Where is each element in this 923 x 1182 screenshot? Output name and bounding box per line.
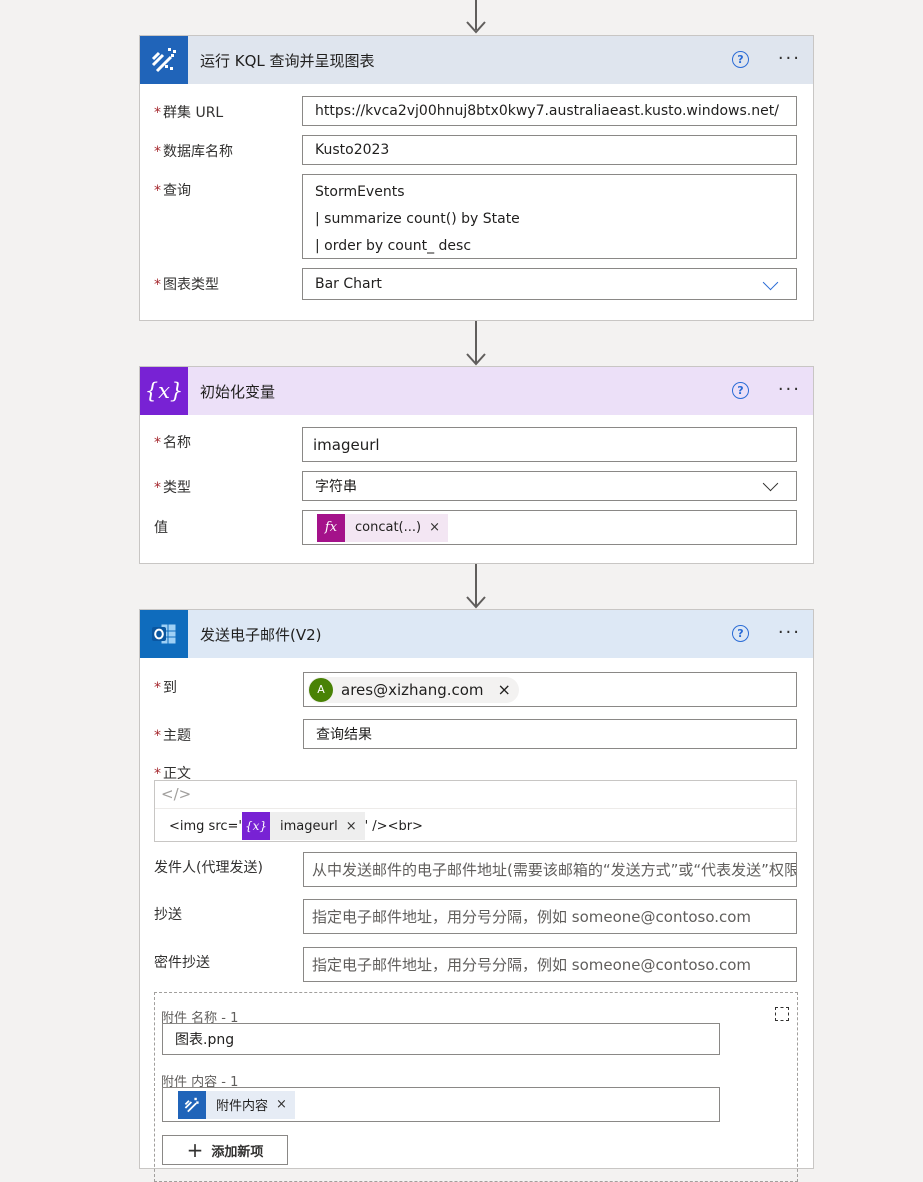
help-icon[interactable]: ?: [732, 51, 749, 68]
kql-action-card: 运行 KQL 查询并呈现图表 ? ··· * 群集 URL https://kvc…: [139, 35, 814, 321]
bcc-label: 密件抄送: [154, 955, 210, 971]
body-editor[interactable]: </> <img src=' {x} imageurl × ' /><br>: [154, 780, 797, 842]
help-icon[interactable]: ?: [732, 625, 749, 642]
remove-recipient-icon[interactable]: ×: [498, 680, 511, 699]
query-line: | order by count_ desc: [315, 238, 472, 254]
concat-expression-token[interactable]: fx concat(...) ×: [317, 513, 448, 542]
subject-label: * 主题: [154, 728, 191, 744]
connector-arrow-top: [463, 0, 489, 34]
variable-type-label: * 类型: [154, 480, 191, 496]
add-new-item-label: 添加新项: [211, 1144, 264, 1160]
kusto-icon: [140, 36, 188, 84]
attachment-content-field[interactable]: 附件内容 ×: [162, 1087, 720, 1122]
query-line: | summarize count() by State: [315, 211, 520, 227]
cc-field[interactable]: 指定电子邮件地址，用分号分隔，例如 someone@contoso.com: [303, 899, 797, 934]
recipient-email: ares@xizhang.com: [341, 680, 484, 699]
var-card-title: 初始化变量: [200, 382, 276, 401]
delete-attachment-icon[interactable]: [775, 1007, 789, 1021]
from-label: 发件人(代理发送): [154, 860, 263, 876]
help-icon[interactable]: ?: [732, 382, 749, 399]
query-field[interactable]: StormEvents | summarize count() by State…: [302, 174, 797, 259]
variable-name-label: * 名称: [154, 435, 191, 451]
variable-icon: {x}: [242, 812, 270, 840]
query-label: * 查询: [154, 183, 191, 199]
variable-type-value: 字符串: [315, 479, 357, 495]
database-name-label: * 数据库名称: [154, 144, 233, 160]
subject-field[interactable]: 查询结果: [303, 719, 797, 749]
token-label: 附件内容: [216, 1099, 269, 1114]
chevron-down-icon: [762, 475, 779, 492]
email-card-title: 发送电子邮件(V2): [200, 625, 322, 644]
plus-icon: +: [186, 1138, 204, 1162]
variable-value-field[interactable]: fx concat(...) ×: [302, 510, 797, 545]
kql-card-header[interactable]: 运行 KQL 查询并呈现图表 ? ···: [140, 36, 813, 84]
more-options-icon[interactable]: ···: [778, 379, 801, 400]
chevron-down-icon: [762, 274, 779, 291]
connector-arrow-2: [463, 564, 489, 610]
chart-type-value: Bar Chart: [315, 276, 382, 292]
query-line: StormEvents: [315, 184, 405, 200]
variable-value-label: 值: [154, 520, 168, 536]
attachment-name-field[interactable]: 图表.png: [162, 1023, 720, 1055]
email-card-header[interactable]: 发送电子邮件(V2) ? ···: [140, 610, 813, 658]
more-options-icon[interactable]: ···: [778, 622, 801, 643]
attachments-group: 附件 名称 - 1 图表.png 附件 内容 - 1 附件内容 × + 添加新项: [154, 992, 798, 1182]
connector-arrow-1: [463, 321, 489, 367]
more-options-icon[interactable]: ···: [778, 48, 801, 69]
body-html-suffix: ' /><br>: [364, 818, 423, 834]
code-view-icon[interactable]: </>: [161, 785, 191, 803]
body-toolbar: </>: [155, 781, 796, 809]
variable-icon: {x}: [140, 367, 188, 415]
cluster-url-field[interactable]: https://kvca2vj00hnuj8btx0kwy7.australia…: [302, 96, 797, 126]
remove-token-icon[interactable]: ×: [276, 1097, 287, 1112]
remove-token-icon[interactable]: ×: [429, 520, 440, 535]
cc-label: 抄送: [154, 907, 182, 923]
kql-card-title: 运行 KQL 查询并呈现图表: [200, 51, 375, 70]
avatar: A: [309, 677, 333, 702]
chart-type-label: * 图表类型: [154, 277, 219, 293]
send-email-card: 发送电子邮件(V2) ? ··· * 到 A ares@xizhang.com ×…: [139, 609, 814, 1182]
var-card-header[interactable]: {x} 初始化变量 ? ···: [140, 367, 813, 415]
token-label: imageurl: [280, 818, 338, 834]
cluster-url-label: * 群集 URL: [154, 105, 224, 121]
bcc-field[interactable]: 指定电子邮件地址，用分号分隔，例如 someone@contoso.com: [303, 947, 797, 982]
token-label: concat(...): [355, 520, 422, 535]
database-name-field[interactable]: Kusto2023: [302, 135, 797, 165]
add-new-item-button[interactable]: + 添加新项: [162, 1135, 288, 1165]
kusto-icon: [178, 1090, 206, 1119]
chart-type-dropdown[interactable]: Bar Chart: [302, 268, 797, 300]
imageurl-variable-token[interactable]: {x} imageurl ×: [242, 812, 365, 840]
from-field[interactable]: 从中发送邮件的电子邮件地址(需要该邮箱的“发送方式”或“代表发送”权限): [303, 852, 797, 887]
init-variable-card: {x} 初始化变量 ? ··· * 名称 imageurl * 类型 字符串 值 f…: [139, 366, 814, 564]
body-html-prefix: <img src=': [169, 818, 242, 834]
to-field[interactable]: A ares@xizhang.com ×: [303, 672, 797, 707]
variable-type-dropdown[interactable]: 字符串: [302, 471, 797, 501]
recipient-chip[interactable]: A ares@xizhang.com ×: [308, 676, 519, 703]
to-label: * 到: [154, 680, 177, 696]
fx-icon: fx: [317, 513, 345, 542]
attachment-content-token[interactable]: 附件内容 ×: [178, 1090, 295, 1119]
remove-token-icon[interactable]: ×: [346, 819, 357, 834]
variable-name-field[interactable]: imageurl: [302, 427, 797, 462]
outlook-icon: [140, 610, 188, 658]
body-content[interactable]: <img src=' {x} imageurl × ' /><br>: [155, 809, 796, 843]
